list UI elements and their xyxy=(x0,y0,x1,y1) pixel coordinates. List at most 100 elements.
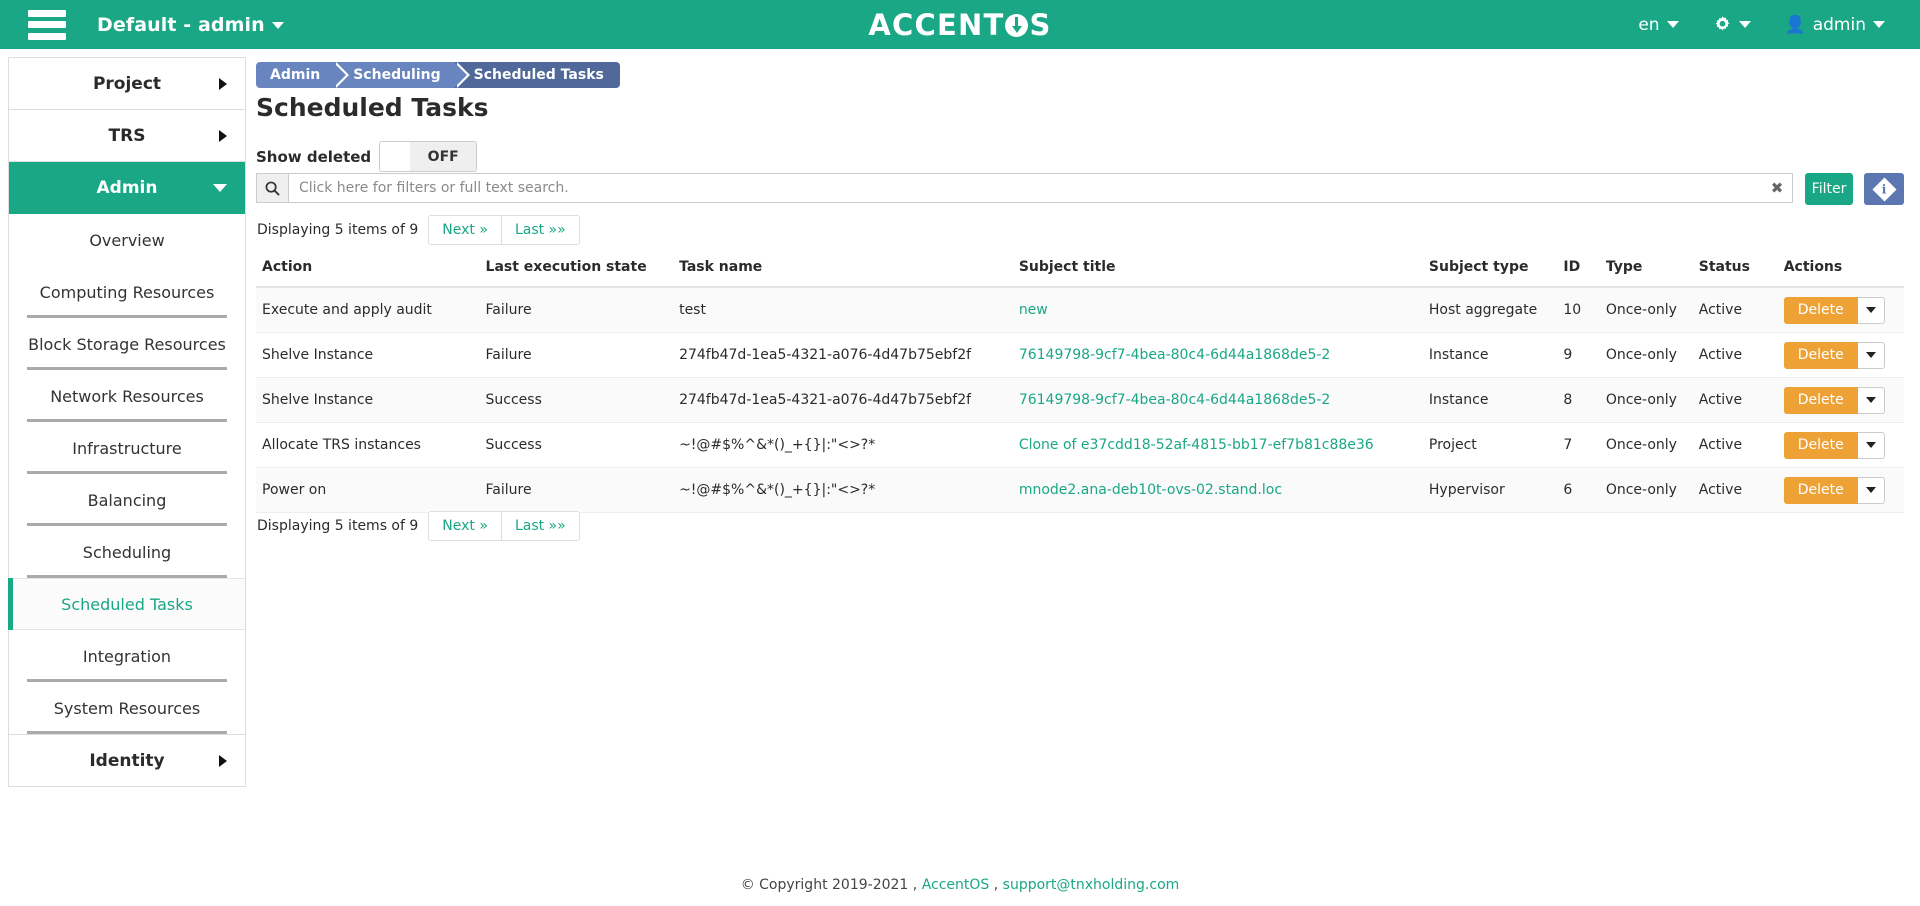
scheduled-tasks-table: Action Last execution state Task name Su… xyxy=(256,251,1904,513)
column-header-subject-title[interactable]: Subject title xyxy=(1012,251,1423,288)
cell-type: Once-only xyxy=(1599,332,1693,378)
cell-actions: Delete xyxy=(1777,377,1904,423)
chevron-down-icon xyxy=(1865,352,1876,358)
sidebar-item-integration[interactable]: Integration xyxy=(9,630,245,682)
search-icon[interactable] xyxy=(257,174,289,202)
next-page-button[interactable]: Next » xyxy=(429,512,502,540)
subject-title-link[interactable]: Clone of e37cdd18-52af-4815-bb17-ef7b81c… xyxy=(1019,437,1374,453)
chevron-right-icon xyxy=(219,129,227,142)
sidebar-group-label: Identity xyxy=(89,750,165,771)
delete-button[interactable]: Delete xyxy=(1783,386,1858,414)
sidebar-item-system-resources[interactable]: System Resources xyxy=(9,682,245,734)
product-link[interactable]: AccentOS xyxy=(922,877,990,893)
copyright-text: © Copyright 2019-2021 , xyxy=(740,877,918,893)
cell-action: Allocate TRS instances xyxy=(256,422,480,468)
sidebar-group-identity[interactable]: Identity xyxy=(9,734,245,786)
hamburger-icon[interactable] xyxy=(28,9,66,40)
sidebar-item-label: Computing Resources xyxy=(39,282,215,302)
actions-dropdown-toggle[interactable] xyxy=(1857,386,1885,414)
support-email-link[interactable]: support@tnxholding.com xyxy=(1003,877,1180,893)
sidebar-group-project[interactable]: Project xyxy=(9,58,245,110)
column-header-subject-type[interactable]: Subject type xyxy=(1422,251,1558,288)
filter-button[interactable]: Filter xyxy=(1805,173,1853,205)
sidebar-item-scheduled-tasks[interactable]: Scheduled Tasks xyxy=(8,578,245,630)
sidebar-item-scheduling[interactable]: Scheduling xyxy=(9,526,245,578)
cell-id: 9 xyxy=(1557,332,1600,378)
cell-task-name: test xyxy=(673,287,1013,333)
cell-id: 7 xyxy=(1557,422,1600,468)
page-title: Scheduled Tasks xyxy=(256,93,489,122)
sidebar-item-computing-resources[interactable]: Computing Resources xyxy=(9,266,245,318)
gear-icon xyxy=(1713,15,1732,34)
pagination-summary: Displaying 5 items of 9 xyxy=(257,518,419,534)
breadcrumb-item-scheduling[interactable]: Scheduling xyxy=(333,62,470,88)
delete-button[interactable]: Delete xyxy=(1783,341,1858,369)
actions-dropdown-toggle[interactable] xyxy=(1857,431,1885,459)
close-icon[interactable]: ✖ xyxy=(1762,174,1792,202)
chevron-down-icon xyxy=(1873,21,1885,28)
show-deleted-control: Show deleted OFF xyxy=(256,141,478,172)
chevron-right-icon xyxy=(219,754,227,767)
sidebar-item-label: Integration xyxy=(82,646,172,666)
table-row: Shelve Instance Success 274fb47d-1ea5-43… xyxy=(256,377,1904,423)
actions-dropdown-toggle[interactable] xyxy=(1857,476,1885,504)
cell-subject-title: 76149798-9cf7-4bea-80c4-6d44a1868de5-2 xyxy=(1012,377,1423,423)
subject-title-link[interactable]: 76149798-9cf7-4bea-80c4-6d44a1868de5-2 xyxy=(1019,392,1331,408)
subject-title-link[interactable]: 76149798-9cf7-4bea-80c4-6d44a1868de5-2 xyxy=(1019,347,1331,363)
delete-button[interactable]: Delete xyxy=(1783,476,1858,504)
next-page-button[interactable]: Next » xyxy=(429,216,502,244)
chevron-down-icon xyxy=(271,21,284,29)
sidebar-group-trs[interactable]: TRS xyxy=(9,110,245,162)
info-icon: i xyxy=(1871,176,1897,202)
sidebar-item-network-resources[interactable]: Network Resources xyxy=(9,370,245,422)
settings-menu[interactable] xyxy=(1696,0,1768,49)
sidebar-item-balancing[interactable]: Balancing xyxy=(9,474,245,526)
sidebar-item-label: Overview xyxy=(89,230,165,250)
subject-title-link[interactable]: new xyxy=(1019,302,1048,318)
cell-status: Active xyxy=(1692,467,1778,513)
sidebar-item-block-storage-resources[interactable]: Block Storage Resources xyxy=(9,318,245,370)
cell-state: Failure xyxy=(479,467,674,513)
cell-actions: Delete xyxy=(1777,467,1904,513)
avatar: 👤 xyxy=(1784,14,1806,35)
sidebar-item-label: Block Storage Resources xyxy=(28,334,226,354)
chevron-down-icon xyxy=(1666,21,1679,28)
cell-id: 8 xyxy=(1557,377,1600,423)
pagination-summary: Displaying 5 items of 9 xyxy=(257,222,419,238)
cell-state: Success xyxy=(479,422,674,468)
subject-title-link[interactable]: mnode2.ana-deb10t-ovs-02.stand.loc xyxy=(1019,482,1282,498)
column-header-last-execution-state[interactable]: Last execution state xyxy=(479,251,674,288)
sidebar-group-admin[interactable]: Admin xyxy=(9,162,245,214)
last-page-button[interactable]: Last »» xyxy=(501,216,579,244)
user-label: admin xyxy=(1812,14,1866,35)
chevron-down-icon xyxy=(1738,21,1751,28)
sidebar-item-infrastructure[interactable]: Infrastructure xyxy=(9,422,245,474)
actions-dropdown-toggle[interactable] xyxy=(1857,296,1885,324)
actions-dropdown-toggle[interactable] xyxy=(1857,341,1885,369)
cell-type: Once-only xyxy=(1599,377,1693,423)
breadcrumb-item-scheduled-tasks[interactable]: Scheduled Tasks xyxy=(453,62,620,88)
delete-button[interactable]: Delete xyxy=(1783,296,1858,324)
language-switcher[interactable]: en xyxy=(1621,0,1695,49)
column-header-id[interactable]: ID xyxy=(1557,251,1600,288)
show-deleted-toggle[interactable]: OFF xyxy=(379,141,478,172)
delete-button[interactable]: Delete xyxy=(1783,431,1858,459)
breadcrumb-item-admin[interactable]: Admin xyxy=(256,62,350,88)
info-button[interactable]: i xyxy=(1864,173,1904,205)
cell-action: Shelve Instance xyxy=(256,377,480,423)
last-page-button[interactable]: Last »» xyxy=(501,512,579,540)
cell-id: 6 xyxy=(1557,467,1600,513)
sidebar-group-label: TRS xyxy=(108,125,146,146)
sidebar-item-label: Balancing xyxy=(87,490,167,510)
column-header-status[interactable]: Status xyxy=(1692,251,1778,288)
column-header-task-name[interactable]: Task name xyxy=(673,251,1013,288)
column-header-action[interactable]: Action xyxy=(256,251,480,288)
user-menu[interactable]: 👤 admin xyxy=(1768,0,1902,49)
tenant-switcher[interactable]: Default - admin xyxy=(97,14,284,36)
sidebar-item-overview[interactable]: Overview xyxy=(9,214,245,266)
search-input[interactable] xyxy=(289,174,1762,202)
column-header-type[interactable]: Type xyxy=(1599,251,1693,288)
toggle-knob xyxy=(380,142,411,171)
breadcrumb-label: Admin xyxy=(270,67,321,83)
cell-action: Shelve Instance xyxy=(256,332,480,378)
